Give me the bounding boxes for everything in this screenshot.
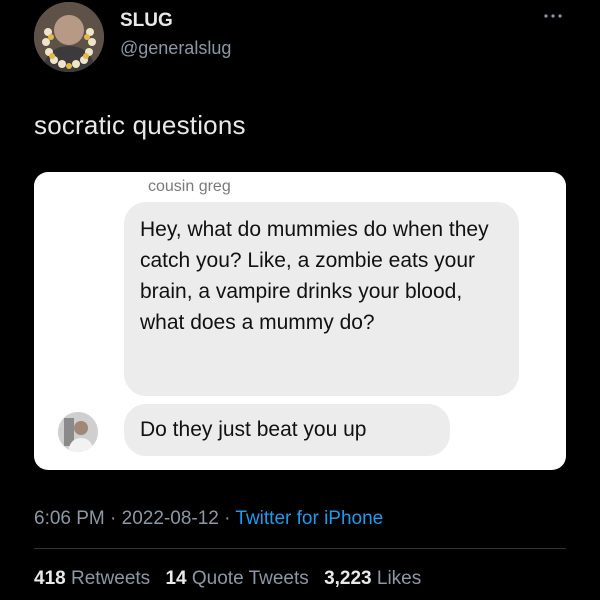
likes-count: 3,223 [324,568,372,589]
tweet-time[interactable]: 6:06 PM [34,508,105,529]
divider [34,548,566,549]
retweets-label: Retweets [70,568,151,589]
retweets-count: 418 [34,568,66,589]
quote-tweets-count: 14 [165,568,187,589]
more-options-icon[interactable] [540,8,566,24]
meta-separator: · [110,508,117,529]
chat-sender-name: cousin greg [148,178,231,195]
chat-message-bubble: Do they just beat you up [124,404,450,456]
likes-label: Likes [376,568,422,589]
quote-tweets-label: Quote Tweets [191,568,309,589]
author-display-name[interactable]: SLUG [120,10,173,32]
tweet-meta: 6:06 PM · 2022-08-12 · Twitter for iPhon… [34,508,383,530]
tweet-stats: 418 Retweets 14 Quote Tweets 3,223 Likes [34,568,431,590]
author-handle[interactable]: @generalslug [120,38,231,59]
tweet-text: socratic questions [34,110,246,140]
tweet-date[interactable]: 2022-08-12 [122,508,219,529]
embedded-screenshot-card[interactable]: cousin greg Hey, what do mummies do when… [34,172,566,470]
tweet-source-link[interactable]: Twitter for iPhone [235,508,383,529]
meta-separator: · [224,508,231,529]
retweets-stat[interactable]: 418 Retweets [34,568,150,589]
chat-sender-avatar [58,412,98,452]
likes-stat[interactable]: 3,223 Likes [324,568,421,589]
chat-message-bubble: Hey, what do mummies do when they catch … [124,202,519,396]
author-avatar[interactable] [34,2,104,72]
quote-tweets-stat[interactable]: 14 Quote Tweets [165,568,308,589]
